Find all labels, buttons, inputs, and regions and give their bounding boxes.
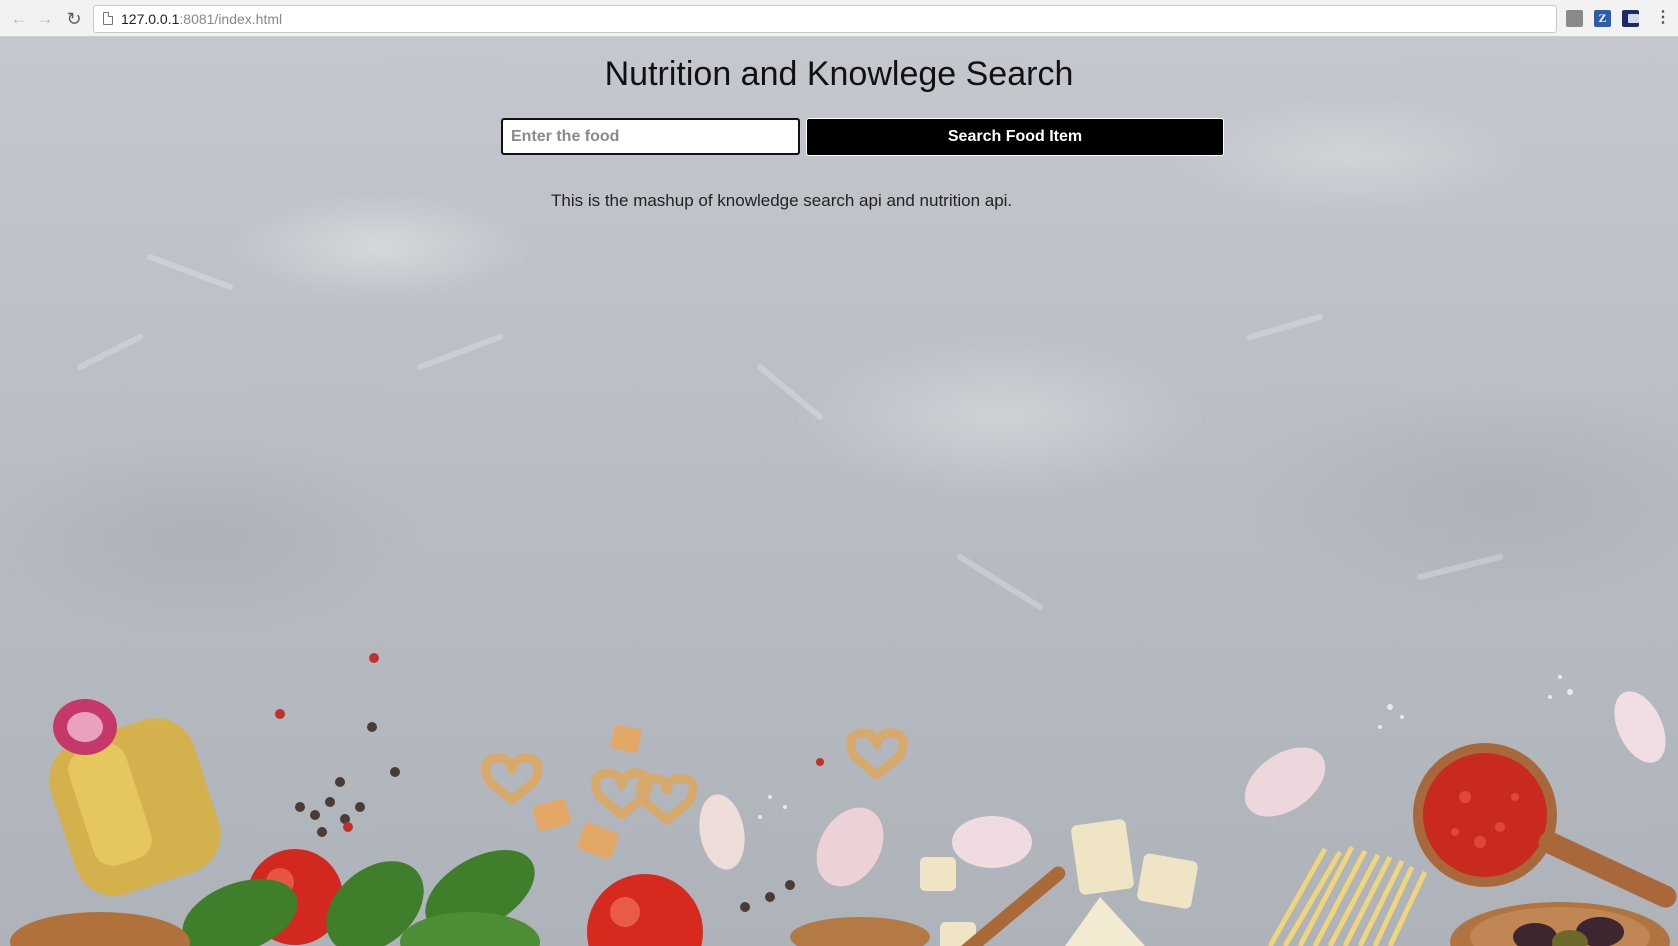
vertical-dots-menu-icon[interactable]: ⋮ [1655, 8, 1671, 28]
url-text[interactable]: 127.0.0.1:8081/index.html [121, 11, 282, 27]
food-search-input[interactable] [501, 118, 800, 155]
page-title: Nutrition and Knowlege Search [604, 55, 1074, 93]
food-ingredients-illustration [10, 254, 1677, 946]
image-extension-icon[interactable] [1622, 10, 1639, 27]
reload-icon[interactable]: ↻ [64, 9, 84, 29]
url-path: :8081/index.html [179, 11, 283, 27]
url-host: 127.0.0.1 [121, 11, 180, 27]
zotero-extension-icon[interactable]: Z [1594, 10, 1611, 27]
forward-arrow-icon[interactable]: → [35, 9, 55, 29]
search-food-button[interactable]: Search Food Item [806, 118, 1224, 156]
page-icon [103, 12, 113, 25]
browser-toolbar: ← → ↻ 127.0.0.1:8081/index.html Z ⋮ [0, 0, 1678, 37]
shield-extension-icon[interactable] [1566, 10, 1583, 27]
page-background: Nutrition and Knowlege Search Search Foo… [0, 37, 1678, 946]
back-arrow-icon[interactable]: ← [9, 9, 29, 29]
description-text: This is the mashup of knowledge search a… [551, 191, 1013, 210]
address-bar[interactable]: 127.0.0.1:8081/index.html [93, 5, 1557, 33]
